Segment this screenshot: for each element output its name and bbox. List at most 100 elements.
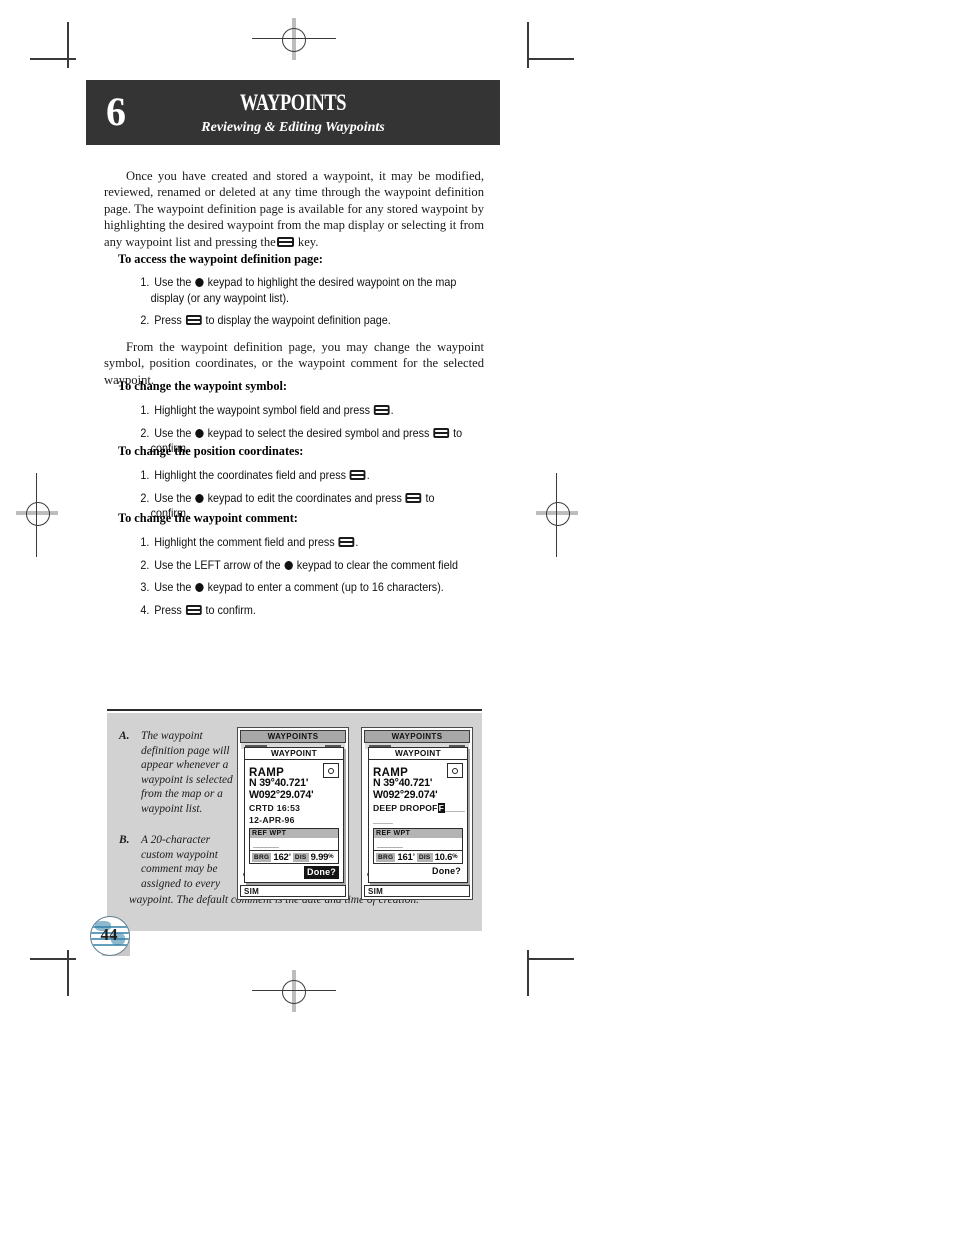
chapter-subtitle: Reviewing & Editing Waypoints: [201, 120, 385, 135]
enter-key-icon: [185, 604, 202, 615]
step-list: 1. Use the keypad to highlight the desir…: [132, 275, 490, 329]
waypoint-dialog: WAYPOINT RAMP N 39°40.721' W092°29.074' …: [244, 747, 344, 883]
caption-text: The waypoint definition page will appear…: [141, 730, 233, 815]
crop-mark-bottom-left-h: [30, 958, 76, 960]
bearing-number: 162: [273, 851, 289, 863]
screen-titlebar: WAYPOINTS: [240, 730, 346, 743]
step-text-before: Use the: [154, 276, 192, 289]
waypoint-created-time: CRTD 16:53: [249, 803, 301, 813]
distance-unit: %: [328, 853, 334, 860]
bearing-unit: °: [412, 853, 415, 860]
ref-waypoint-box: REF WPT ______ BRG 161° DIS 10.6%: [373, 828, 463, 864]
caption-text-main: A 20-character custom waypoint comment m…: [141, 834, 218, 876]
done-button[interactable]: Done?: [304, 866, 339, 879]
bearing-value: 161°: [397, 852, 415, 863]
page-number-badge: 44: [90, 916, 130, 956]
list-item: 2. Press to display the waypoint definit…: [132, 313, 465, 329]
enter-key-icon: [433, 427, 450, 438]
step-text-after: to display the waypoint definition page.: [205, 314, 391, 327]
figure-caption-b: B. A 20-character custom waypoint commen…: [119, 833, 239, 891]
waypoint-created-date: 12-APR-96: [249, 815, 295, 825]
gps-screen-1: WAYPOINTS GANTNN ______ WAYPOINT RAMP N …: [237, 727, 349, 900]
step-text-before: Highlight the waypoint symbol field and …: [154, 404, 370, 417]
screen-titlebar: WAYPOINTS: [364, 730, 470, 743]
waypoint-latitude[interactable]: N 39°40.721': [249, 777, 339, 790]
chapter-header: 6 WAYPOINTS Reviewing & Editing Waypoint…: [86, 80, 500, 145]
crop-mark-top-right-h: [528, 58, 574, 60]
crop-mark-top-left-v: [67, 22, 69, 68]
dialog-body: RAMP N 39°40.721' W092°29.074' DEEP DROP…: [369, 760, 467, 882]
dialog-body: RAMP N 39°40.721' W092°29.074' CRTD 16:5…: [245, 760, 343, 882]
distance-label: DIS: [416, 852, 433, 862]
bearing-unit: °: [288, 853, 291, 860]
comment-text: DEEP DROPOF: [373, 803, 438, 813]
step-text-after: keypad to clear the comment field: [296, 558, 458, 572]
page-number: 44: [100, 925, 118, 944]
waypoint-comment-line-2[interactable]: ____: [373, 815, 463, 825]
crop-mark-bottom-right-v: [527, 950, 529, 996]
crop-mark-bottom-right-h: [528, 958, 574, 960]
done-row: Done?: [249, 866, 339, 879]
ref-waypoint-box: REF WPT ______ BRG 162° DIS 9.99%: [249, 828, 339, 864]
waypoint-latitude[interactable]: N 39°40.721': [373, 777, 463, 790]
registration-mark-left-circle: [26, 502, 50, 526]
enter-key-icon: [185, 315, 202, 325]
ref-waypoint-value[interactable]: ______: [374, 838, 462, 850]
waypoint-symbol-icon[interactable]: [447, 763, 463, 778]
step-number: 1.: [140, 276, 150, 289]
page-title: WAYPOINTS: [239, 90, 347, 115]
crop-mark-bottom-left-v: [67, 950, 69, 996]
step-text-after: keypad to edit the coordinates and press: [207, 491, 402, 505]
step-text-before: Highlight the coordinates field and pres…: [154, 469, 347, 482]
caption-text-tail: assigned to every: [141, 877, 221, 890]
distance-value: 10.6%: [435, 852, 458, 863]
distance-number: 10.6: [434, 851, 453, 863]
registration-mark-bottom-circle: [282, 980, 306, 1004]
section-heading: To change the position coordinates:: [118, 444, 304, 458]
enter-key-icon: [276, 236, 294, 247]
registration-mark-right-circle: [546, 502, 570, 526]
waypoint-comment-line-1[interactable]: DEEP DROPOFF____: [373, 803, 465, 813]
step-number: 3.: [140, 581, 150, 594]
step-text-after: .: [355, 536, 359, 549]
list-item: 4. Press to confirm.: [132, 603, 465, 619]
step-number: 1.: [140, 469, 150, 482]
step-text-after: keypad to enter a comment (up to 16 char…: [207, 581, 444, 594]
caption-mark: A.: [119, 730, 130, 742]
status-bar: SIM: [364, 885, 470, 897]
distance-number: 9.99: [310, 851, 329, 863]
step-number: 2.: [140, 426, 150, 440]
distance-value: 9.99%: [311, 852, 334, 863]
step-text-after: .: [390, 404, 394, 417]
enter-key-icon: [349, 470, 366, 480]
waypoint-longitude[interactable]: W092°29.074': [249, 789, 339, 802]
step-text-before: Use the: [154, 426, 192, 440]
keypad-icon: [195, 493, 204, 503]
figure-top-rule: [107, 709, 482, 711]
comment-cursor: F: [437, 803, 446, 813]
keypad-icon: [195, 428, 204, 438]
section-heading: To change the waypoint comment:: [118, 511, 298, 525]
list-item: 1. Highlight the waypoint symbol field a…: [132, 403, 465, 419]
crop-mark-top-right-v: [527, 22, 529, 68]
caption-text: A 20-character custom waypoint comment m…: [141, 833, 237, 891]
distance-unit: %: [452, 853, 458, 860]
ref-waypoint-label: REF WPT: [250, 829, 338, 838]
step-text-before: Highlight the comment field and press: [154, 536, 335, 549]
section-access-definition-page: To access the waypoint definition page: …: [118, 252, 490, 336]
step-number: 2.: [140, 314, 150, 327]
distance-label: DIS: [292, 852, 309, 862]
done-button[interactable]: Done?: [430, 866, 463, 877]
list-item: 1. Use the keypad to highlight the desir…: [132, 275, 465, 306]
step-list: 1. Highlight the comment field and press…: [132, 535, 490, 618]
ref-waypoint-value[interactable]: ______: [250, 838, 338, 850]
step-text-before: Press: [154, 603, 182, 617]
waypoint-name[interactable]: RAMP: [373, 767, 408, 779]
bearing-label: BRG: [252, 852, 272, 862]
enter-key-icon: [405, 492, 422, 503]
waypoint-symbol-icon[interactable]: [323, 763, 339, 778]
dialog-title: WAYPOINT: [245, 748, 343, 760]
waypoint-name[interactable]: RAMP: [249, 767, 284, 779]
intro-paragraph-text: Once you have created and stored a waypo…: [104, 169, 484, 249]
waypoint-longitude[interactable]: W092°29.074': [373, 789, 463, 802]
